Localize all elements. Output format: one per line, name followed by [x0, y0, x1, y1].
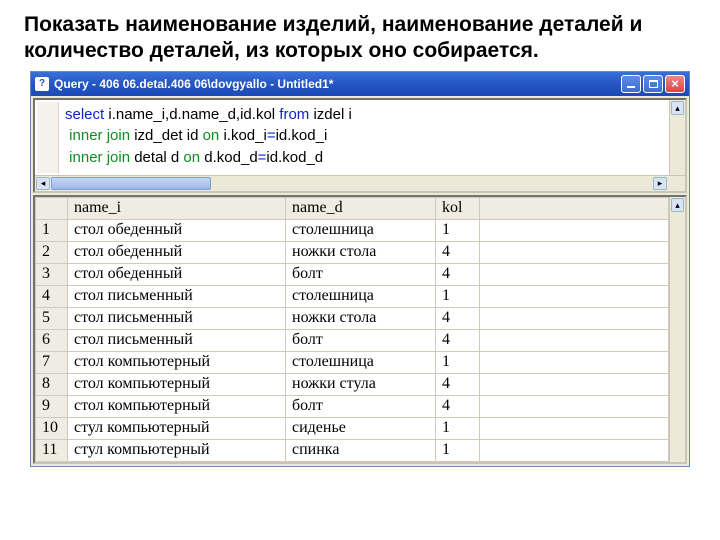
cell-kol[interactable]: 4: [436, 329, 480, 351]
window-titlebar: ? Query - 406 06.detal.406 06\dovgyallo …: [31, 72, 689, 96]
row-number: 9: [36, 395, 68, 417]
corner-cell: [36, 197, 68, 219]
cell-filler: [480, 373, 669, 395]
cell-name-i[interactable]: стул компьютерный: [68, 439, 286, 461]
col-header-kol[interactable]: kol: [436, 197, 480, 219]
cell-name-i[interactable]: стол письменный: [68, 329, 286, 351]
cell-name-d[interactable]: столешница: [286, 351, 436, 373]
cell-name-d[interactable]: болт: [286, 263, 436, 285]
row-number: 5: [36, 307, 68, 329]
row-number: 11: [36, 439, 68, 461]
slide-heading: Показать наименование изделий, наименова…: [24, 12, 696, 65]
col-header-name-d[interactable]: name_d: [286, 197, 436, 219]
cell-name-d[interactable]: ножки стула: [286, 373, 436, 395]
cell-name-d[interactable]: болт: [286, 329, 436, 351]
close-button[interactable]: ×: [665, 75, 685, 93]
cell-name-i[interactable]: стол обеденный: [68, 263, 286, 285]
cell-kol[interactable]: 1: [436, 351, 480, 373]
app-icon: ?: [35, 77, 49, 91]
cell-filler: [480, 329, 669, 351]
table-row[interactable]: 9стол компьютерныйболт4: [36, 395, 669, 417]
cell-name-i[interactable]: стол письменный: [68, 307, 286, 329]
cell-name-d[interactable]: болт: [286, 395, 436, 417]
scroll-up-icon[interactable]: ▴: [671, 101, 684, 115]
grid-vscroll[interactable]: ▴: [669, 197, 685, 462]
minimize-button[interactable]: [621, 75, 641, 93]
cell-filler: [480, 351, 669, 373]
table-row[interactable]: 4стол письменныйстолешница1: [36, 285, 669, 307]
row-number: 2: [36, 241, 68, 263]
cell-filler: [480, 395, 669, 417]
cell-filler: [480, 417, 669, 439]
cell-filler: [480, 219, 669, 241]
cell-name-d[interactable]: столешница: [286, 219, 436, 241]
table-row[interactable]: 11стул компьютерныйспинка1: [36, 439, 669, 461]
scroll-right-icon[interactable]: ▸: [653, 177, 667, 190]
cell-kol[interactable]: 1: [436, 417, 480, 439]
cell-filler: [480, 241, 669, 263]
cell-filler: [480, 285, 669, 307]
table-row[interactable]: 8стол компьютерныйножки стула4: [36, 373, 669, 395]
cell-filler: [480, 307, 669, 329]
cell-kol[interactable]: 4: [436, 395, 480, 417]
table-row[interactable]: 2стол обеденныйножки стола4: [36, 241, 669, 263]
row-number: 4: [36, 285, 68, 307]
cell-name-d[interactable]: сиденье: [286, 417, 436, 439]
cell-kol[interactable]: 4: [436, 263, 480, 285]
row-number: 10: [36, 417, 68, 439]
cell-name-i[interactable]: стол компьютерный: [68, 373, 286, 395]
table-row[interactable]: 6стол письменныйболт4: [36, 329, 669, 351]
row-number: 6: [36, 329, 68, 351]
table-row[interactable]: 10стул компьютерныйсиденье1: [36, 417, 669, 439]
col-header-filler: [480, 197, 669, 219]
scroll-thumb[interactable]: [51, 177, 211, 190]
cell-name-d[interactable]: ножки стола: [286, 241, 436, 263]
results-table: name_i name_d kol 1стол обеденныйстолешн…: [35, 197, 669, 462]
window-title: Query - 406 06.detal.406 06\dovgyallo - …: [54, 77, 621, 91]
cell-name-i[interactable]: стол обеденный: [68, 219, 286, 241]
cell-kol[interactable]: 1: [436, 439, 480, 461]
row-number: 7: [36, 351, 68, 373]
cell-name-d[interactable]: столешница: [286, 285, 436, 307]
cell-kol[interactable]: 1: [436, 219, 480, 241]
cell-kol[interactable]: 4: [436, 373, 480, 395]
editor-hscroll[interactable]: ◂ ▸: [35, 175, 685, 191]
row-number: 8: [36, 373, 68, 395]
scroll-up-icon[interactable]: ▴: [671, 198, 684, 212]
header-row: name_i name_d kol: [36, 197, 669, 219]
cell-name-i[interactable]: стол компьютерный: [68, 395, 286, 417]
table-row[interactable]: 5стол письменныйножки стола4: [36, 307, 669, 329]
cell-kol[interactable]: 1: [436, 285, 480, 307]
query-window: ? Query - 406 06.detal.406 06\dovgyallo …: [30, 71, 690, 467]
cell-kol[interactable]: 4: [436, 307, 480, 329]
cell-kol[interactable]: 4: [436, 241, 480, 263]
cell-name-i[interactable]: стул компьютерный: [68, 417, 286, 439]
col-header-name-i[interactable]: name_i: [68, 197, 286, 219]
cell-name-i[interactable]: стол обеденный: [68, 241, 286, 263]
cell-name-d[interactable]: ножки стола: [286, 307, 436, 329]
maximize-button[interactable]: [643, 75, 663, 93]
sql-editor[interactable]: select i.name_i,d.name_d,id.kol from izd…: [35, 100, 685, 175]
results-pane: name_i name_d kol 1стол обеденныйстолешн…: [33, 195, 687, 464]
table-row[interactable]: 3стол обеденныйболт4: [36, 263, 669, 285]
cell-name-i[interactable]: стол компьютерный: [68, 351, 286, 373]
row-number: 3: [36, 263, 68, 285]
row-number: 1: [36, 219, 68, 241]
cell-name-d[interactable]: спинка: [286, 439, 436, 461]
cell-name-i[interactable]: стол письменный: [68, 285, 286, 307]
table-row[interactable]: 1стол обеденныйстолешница1: [36, 219, 669, 241]
sql-editor-pane[interactable]: select i.name_i,d.name_d,id.kol from izd…: [33, 98, 687, 193]
scroll-left-icon[interactable]: ◂: [36, 177, 50, 190]
editor-gutter: [37, 102, 59, 173]
table-row[interactable]: 7стол компьютерныйстолешница1: [36, 351, 669, 373]
cell-filler: [480, 263, 669, 285]
cell-filler: [480, 439, 669, 461]
close-icon: ×: [671, 77, 679, 90]
